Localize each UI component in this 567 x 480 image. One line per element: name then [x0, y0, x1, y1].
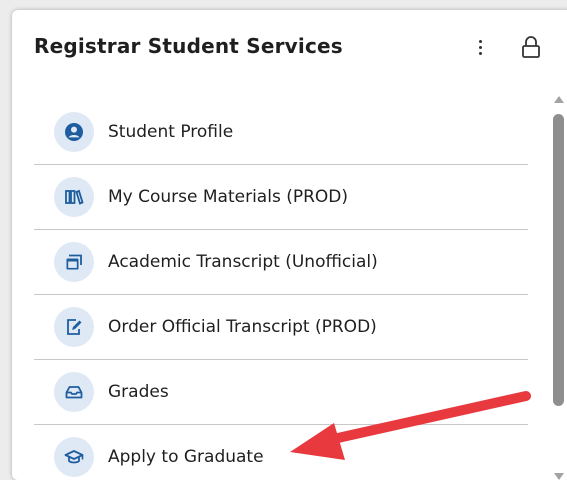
item-label: Grades — [108, 382, 169, 402]
services-list: Student Profile My Course Materials (PRO… — [34, 100, 528, 480]
item-label: Academic Transcript (Unofficial) — [108, 252, 378, 272]
list-item-apply-to-graduate[interactable]: Apply to Graduate — [34, 425, 528, 480]
scroll-down-arrow-icon[interactable] — [554, 473, 564, 480]
document-edit-icon — [54, 307, 94, 347]
user-profile-icon — [54, 112, 94, 152]
item-label: My Course Materials (PROD) — [108, 187, 349, 207]
scroll-up-arrow-icon[interactable] — [554, 96, 564, 103]
books-icon — [54, 177, 94, 217]
lock-icon[interactable] — [520, 34, 542, 60]
list-item-order-transcript[interactable]: Order Official Transcript (PROD) — [34, 295, 528, 360]
item-label: Apply to Graduate — [108, 447, 264, 467]
windows-icon — [54, 242, 94, 282]
graduation-cap-icon — [54, 437, 94, 477]
inbox-tray-icon — [54, 372, 94, 412]
list-item-course-materials[interactable]: My Course Materials (PROD) — [34, 165, 528, 230]
item-label: Student Profile — [108, 122, 234, 142]
card-header: Registrar Student Services — [12, 10, 567, 90]
vertical-scrollbar[interactable] — [552, 92, 566, 480]
list-item-student-profile[interactable]: Student Profile — [34, 100, 528, 165]
item-label: Order Official Transcript (PROD) — [108, 317, 377, 337]
kebab-menu-icon[interactable] — [470, 34, 490, 60]
registrar-card: Registrar Student Services Student Profi… — [12, 10, 567, 480]
list-item-grades[interactable]: Grades — [34, 360, 528, 425]
card-title: Registrar Student Services — [34, 34, 343, 58]
list-item-academic-transcript[interactable]: Academic Transcript (Unofficial) — [34, 230, 528, 295]
scrollbar-thumb[interactable] — [553, 114, 564, 406]
